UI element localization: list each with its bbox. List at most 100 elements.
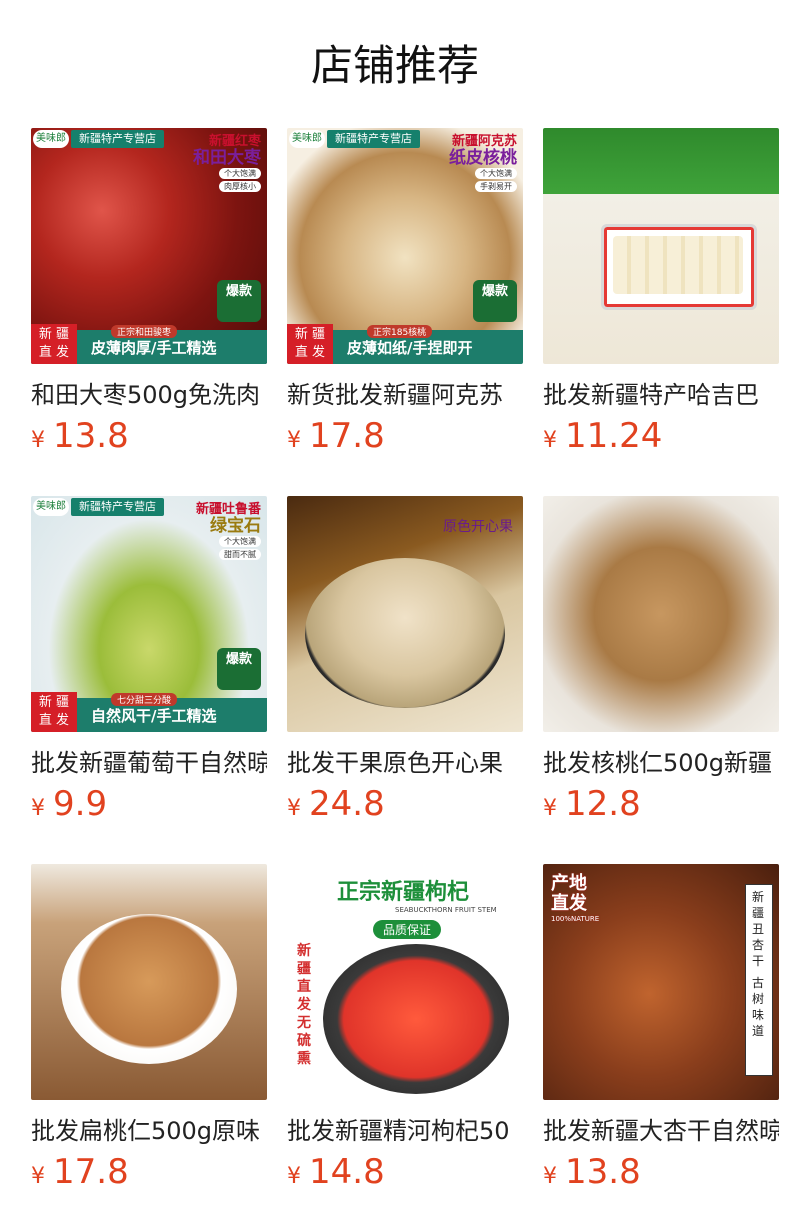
image-subline: SEABUCKTHORN FRUIT STEM [395,906,497,914]
product-name[interactable]: 批发新疆特产哈吉巴 [543,378,779,412]
headline-small: 新疆红枣 [208,134,261,149]
product-card[interactable]: 新疆特产专营店 美味郎 新疆吐鲁番 绿宝石 个大饱满 甜而不腻 爆款 七分甜三分… [31,496,267,824]
product-image[interactable]: 新疆特产专营店 美味郎 新疆红枣 和田大枣 个大饱满 肉厚核小 爆款 正宗和田骏… [31,128,267,364]
image-headline: 新疆吐鲁番 绿宝石 [195,502,261,536]
product-price: ¥12.8 [543,782,641,826]
product-pieces [613,236,743,294]
product-name[interactable]: 批发扁桃仁500g原味 [31,1114,267,1148]
product-price: ¥9.9 [31,782,107,826]
price-value: 13.8 [53,416,129,456]
product-card[interactable]: 产地 直发 100%NATURE 新疆丑杏干 古树味道 批发新疆大杏干自然晾 ¥… [543,864,779,1192]
product-price: ¥24.8 [287,782,385,826]
product-image[interactable] [31,864,267,1100]
origin-line: 直 发 [38,345,70,360]
price-value: 12.8 [565,784,641,824]
product-card[interactable]: 新疆特产专营店 美味郎 新疆阿克苏 纸皮核桃 个大饱满 手剥易开 爆款 正宗18… [287,128,523,456]
product-price: ¥14.8 [287,1150,385,1194]
product-image[interactable]: 新疆特产专营店 美味郎 新疆阿克苏 纸皮核桃 个大饱满 手剥易开 爆款 正宗18… [287,128,523,364]
goji-bowl [323,944,509,1094]
corner-label: 产地 直发 100%NATURE [551,874,599,924]
product-price: ¥13.8 [543,1150,641,1194]
currency-symbol: ¥ [31,796,45,821]
product-image[interactable] [543,128,779,364]
image-headline: 新疆阿克苏 纸皮核桃 [449,134,517,168]
product-card[interactable]: 正宗新疆枸杞 SEABUCKTHORN FRUIT STEM 品质保证 新疆直发… [287,864,523,1192]
overlay-text: 原色开心果 [443,519,513,535]
currency-symbol: ¥ [543,796,557,821]
price-value: 13.8 [565,1152,641,1192]
product-price: ¥11.24 [543,414,662,458]
product-name[interactable]: 批发干果原色开心果 [287,746,523,780]
origin-line: 新 疆 [38,327,70,342]
image-tags: 个大饱满 肉厚核小 [219,168,261,194]
product-image[interactable]: 新疆特产专营店 美味郎 新疆吐鲁番 绿宝石 个大饱满 甜而不腻 爆款 七分甜三分… [31,496,267,732]
product-image[interactable]: 产地 直发 100%NATURE 新疆丑杏干 古树味道 [543,864,779,1100]
hot-badge: 爆款 [473,280,517,322]
image-tags: 个大饱满 手剥易开 [475,168,517,194]
product-image[interactable] [543,496,779,732]
shop-logo: 美味郎 [33,498,69,516]
product-card[interactable]: 批发扁桃仁500g原味 ¥17.8 [31,864,267,1192]
image-tag: 手剥易开 [475,181,517,192]
bottom-text: 皮薄肉厚/手工精选 [91,339,217,357]
page-title: 店铺推荐 [310,41,479,90]
headline-big: 纸皮核桃 [449,148,517,168]
image-tags: 个大饱满 甜而不腻 [219,536,261,562]
quality-badge: 品质保证 [373,920,442,939]
headline-big: 绿宝石 [210,516,261,536]
side-text: 新疆直发无硫熏 [297,943,311,1067]
origin-badge: 新 疆 直 发 [31,324,77,364]
headline-small: 新疆吐鲁番 [195,502,261,517]
currency-symbol: ¥ [543,428,557,453]
nut-bowl [305,558,505,708]
product-price: ¥17.8 [287,414,385,458]
product-name[interactable]: 批发核桃仁500g新疆 [543,746,779,780]
side-label-line: 古树味道 [752,976,765,1038]
currency-symbol: ¥ [543,1164,557,1189]
corner-line: 直发 [551,893,587,914]
price-value: 11.24 [565,416,663,456]
shop-logo: 美味郎 [33,130,69,148]
image-tag: 个大饱满 [219,168,261,179]
image-headline: 正宗新疆枸杞 [337,880,470,905]
almond-bowl [61,914,237,1064]
product-card[interactable]: 批发核桃仁500g新疆 ¥12.8 [543,496,779,824]
headline-small: 新疆阿克苏 [451,134,517,149]
origin-line: 直 发 [294,345,326,360]
product-image[interactable]: 正宗新疆枸杞 SEABUCKTHORN FRUIT STEM 品质保证 新疆直发… [287,864,523,1100]
hot-badge: 爆款 [217,280,261,322]
price-value: 9.9 [53,784,108,824]
origin-badge: 新 疆 直 发 [287,324,333,364]
product-card[interactable]: 新疆特产专营店 美味郎 新疆红枣 和田大枣 个大饱满 肉厚核小 爆款 正宗和田骏… [31,128,267,456]
price-value: 14.8 [309,1152,385,1192]
product-name[interactable]: 批发新疆精河枸杞50 [287,1114,523,1148]
price-value: 17.8 [309,416,385,456]
hot-badge: 爆款 [217,648,261,690]
price-value: 17.8 [53,1152,129,1192]
bottom-text: 自然风干/手工精选 [91,707,217,725]
currency-symbol: ¥ [31,1164,45,1189]
product-name[interactable]: 新货批发新疆阿克苏 [287,378,523,412]
image-headline: 新疆红枣 和田大枣 [193,134,261,168]
headline-big: 和田大枣 [193,148,261,168]
product-image[interactable]: 原色开心果 [287,496,523,732]
corner-line: 产地 [551,873,587,894]
shop-label-banner: 新疆特产专营店 [327,130,420,148]
origin-line: 新 疆 [38,695,70,710]
product-price: ¥13.8 [31,414,129,458]
currency-symbol: ¥ [287,428,301,453]
image-tag: 肉厚核小 [219,181,261,192]
origin-line: 新 疆 [294,327,326,342]
product-card[interactable]: 原色开心果 批发干果原色开心果 ¥24.8 [287,496,523,824]
corner-sub: 100%NATURE [551,915,600,923]
shop-label-banner: 新疆特产专营店 [71,498,164,516]
product-name[interactable]: 批发新疆葡萄干自然晾 [31,746,267,780]
currency-symbol: ¥ [287,1164,301,1189]
product-name[interactable]: 和田大枣500g免洗肉 [31,378,267,412]
image-tag: 个大饱满 [219,536,261,547]
product-card[interactable]: 批发新疆特产哈吉巴 ¥11.24 [543,128,779,456]
shop-logo: 美味郎 [289,130,325,148]
origin-badge: 新 疆 直 发 [31,692,77,732]
image-tag: 甜而不腻 [219,549,261,560]
product-name[interactable]: 批发新疆大杏干自然晾 [543,1114,779,1148]
